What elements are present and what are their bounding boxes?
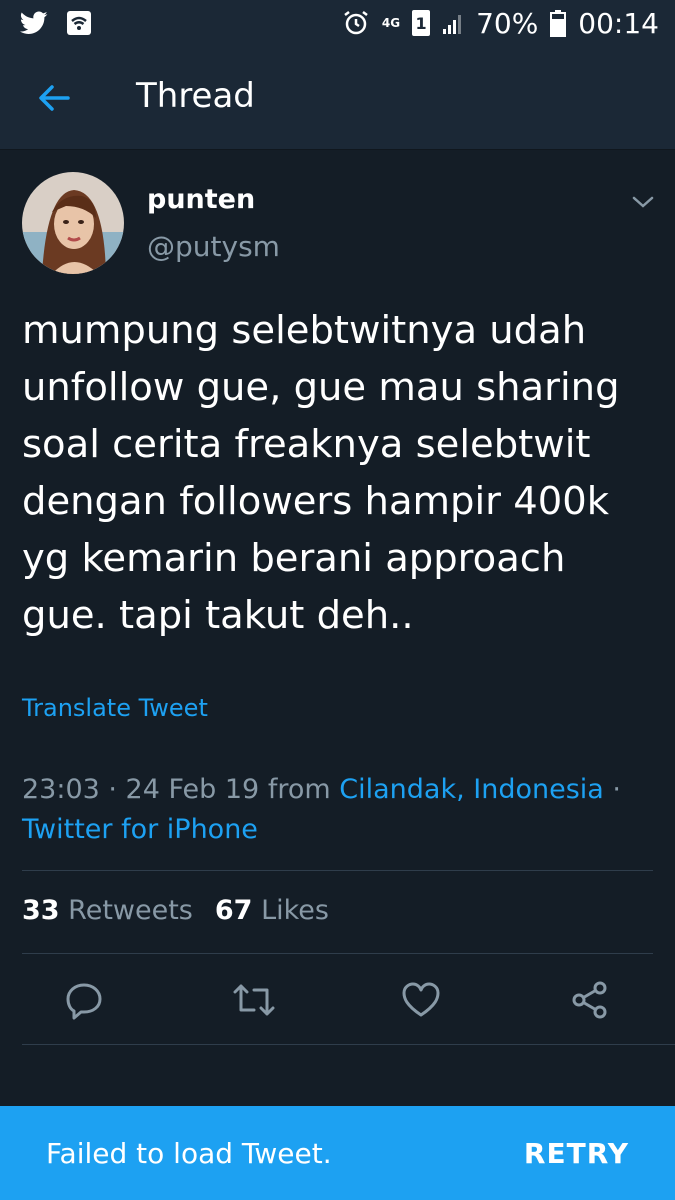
- likes-count: 67: [214, 895, 253, 926]
- snackbar-message: Failed to load Tweet.: [46, 1136, 332, 1170]
- app-header: Thread: [0, 46, 675, 150]
- network-type: 4G: [381, 15, 401, 30]
- twitter-icon: [20, 11, 48, 35]
- retweets-count: 33: [22, 895, 60, 926]
- location-link[interactable]: Cilandak, Indonesia: [339, 774, 604, 805]
- status-bar: 4G 1 70% 00:14: [0, 0, 675, 46]
- page-title: Thread: [136, 76, 255, 116]
- arrow-left-icon[interactable]: [34, 78, 74, 118]
- tweet-text: mumpung selebtwitnya udah unfollow gue, …: [22, 308, 620, 638]
- likes-label: Likes: [261, 895, 329, 926]
- author-handle[interactable]: @putysm: [147, 230, 280, 263]
- tweet-timestamp: 23:03 · 24 Feb 19 from: [22, 774, 340, 805]
- reply-icon[interactable]: [64, 980, 104, 1020]
- alarm-icon: [342, 9, 370, 37]
- share-icon[interactable]: [570, 980, 610, 1020]
- chevron-down-icon[interactable]: [628, 192, 658, 212]
- like-icon[interactable]: [401, 980, 441, 1020]
- retweets-label: Retweets: [68, 895, 193, 926]
- translate-tweet-link[interactable]: Translate Tweet: [22, 694, 208, 722]
- divider: [22, 1044, 675, 1045]
- battery-percent: 70%: [476, 6, 539, 40]
- error-snackbar: Failed to load Tweet. RETRY: [0, 1106, 675, 1200]
- author-name[interactable]: punten: [147, 184, 255, 215]
- clock: 00:14: [578, 6, 659, 40]
- meta-separator: ·: [603, 774, 621, 805]
- wifi-icon: [66, 10, 92, 36]
- tweet-actions: [0, 972, 675, 1032]
- tweet-meta: 23:03 · 24 Feb 19 from Cilandak, Indones…: [22, 770, 662, 850]
- divider: [22, 953, 653, 954]
- divider: [22, 870, 653, 871]
- sim-indicator: 1: [412, 10, 431, 36]
- avatar[interactable]: [22, 172, 124, 274]
- signal-icon: [442, 11, 464, 35]
- retweet-icon[interactable]: [232, 980, 275, 1020]
- source-link[interactable]: Twitter for iPhone: [22, 814, 258, 845]
- retweets-stat[interactable]: 33 Retweets: [22, 895, 193, 926]
- tweet-stats: 33 Retweets 67 Likes: [22, 895, 329, 926]
- battery-icon: [550, 9, 567, 37]
- likes-stat[interactable]: 67 Likes: [215, 895, 329, 926]
- retry-button[interactable]: RETRY: [524, 1137, 629, 1170]
